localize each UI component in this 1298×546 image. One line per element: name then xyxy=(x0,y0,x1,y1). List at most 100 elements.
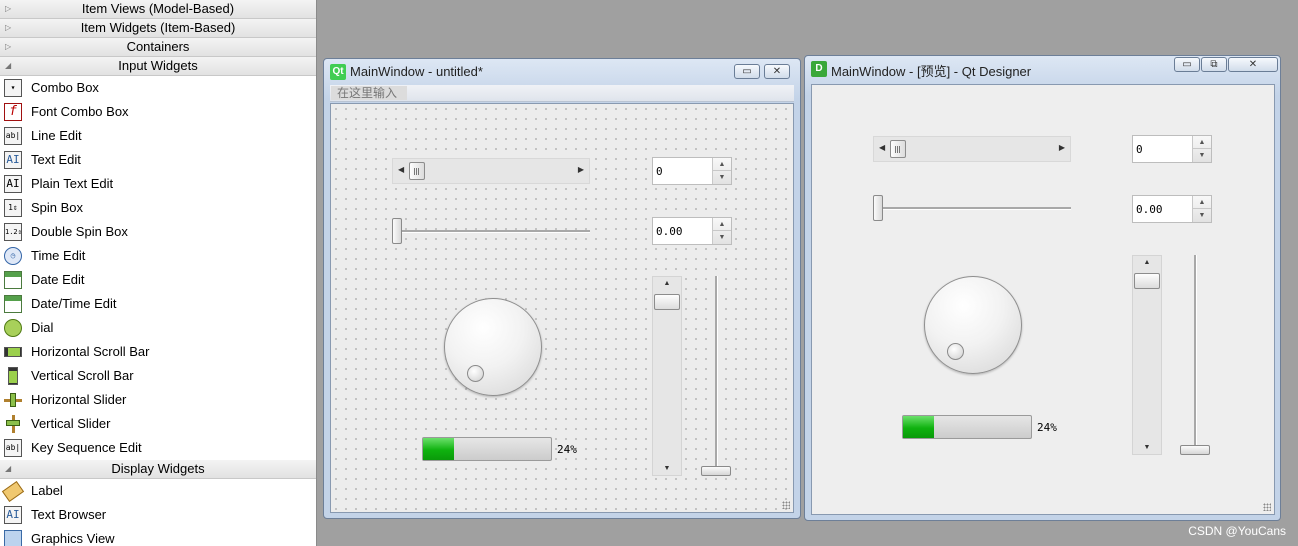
widget-item-date-time-edit[interactable]: Date/Time Edit xyxy=(0,292,316,316)
widget-item-horizontal-scroll-bar[interactable]: Horizontal Scroll Bar xyxy=(0,340,316,364)
widget-item-label: Date/Time Edit xyxy=(31,296,117,311)
close-button[interactable]: ✕ xyxy=(1228,57,1278,72)
category-label: Input Widgets xyxy=(118,58,198,73)
widget-item-combo-box[interactable]: ▾ Combo Box xyxy=(0,76,316,100)
minimize-button[interactable]: ▭ xyxy=(1174,57,1200,72)
scroll-thumb[interactable] xyxy=(890,140,906,158)
widget-item-graphics-view[interactable]: Graphics View xyxy=(0,527,316,546)
spin-up-arrow-icon[interactable]: ▲ xyxy=(713,218,731,231)
vertical-slider[interactable] xyxy=(1180,255,1212,455)
horizontal-slider[interactable] xyxy=(873,194,1071,224)
widget-item-time-edit[interactable]: ◷ Time Edit xyxy=(0,244,316,268)
collapsed-arrow-icon: ▷ xyxy=(5,4,12,13)
widget-item-plain-text-edit[interactable]: AI Plain Text Edit xyxy=(0,172,316,196)
dial[interactable] xyxy=(444,298,542,396)
widget-item-vertical-slider[interactable]: Vertical Slider xyxy=(0,412,316,436)
spin-down-arrow-icon[interactable]: ▼ xyxy=(713,231,731,244)
slider-handle[interactable] xyxy=(873,195,883,221)
spin-up-arrow-icon[interactable]: ▲ xyxy=(713,158,731,171)
scroll-thumb[interactable] xyxy=(654,294,680,310)
scroll-left-arrow-icon[interactable]: ◀ xyxy=(398,165,404,174)
widget-item-key-sequence-edit[interactable]: ab| Key Sequence Edit xyxy=(0,436,316,460)
slider-handle[interactable] xyxy=(392,218,402,244)
horizontal-scroll-bar-icon xyxy=(4,347,22,357)
category-label: Item Widgets (Item-Based) xyxy=(80,20,236,35)
double-spin-box[interactable]: 0.00 ▲ ▼ xyxy=(1132,195,1212,223)
widget-item-text-edit[interactable]: AI Text Edit xyxy=(0,148,316,172)
widget-item-double-spin-box[interactable]: 1.2⇕ Double Spin Box xyxy=(0,220,316,244)
slider-handle[interactable] xyxy=(1180,445,1210,455)
scroll-up-arrow-icon[interactable]: ▲ xyxy=(653,280,681,287)
spin-box-value[interactable]: 0 xyxy=(1136,143,1143,156)
vertical-scroll-bar[interactable]: ▲ ▼ xyxy=(1132,255,1162,455)
widget-item-label: Vertical Scroll Bar xyxy=(31,368,134,383)
minimize-button[interactable]: ▭ xyxy=(734,64,760,79)
scroll-right-arrow-icon[interactable]: ▶ xyxy=(1059,143,1065,152)
scroll-thumb[interactable] xyxy=(1134,273,1160,289)
scroll-down-arrow-icon[interactable]: ▼ xyxy=(653,465,681,472)
scroll-thumb[interactable] xyxy=(409,162,425,180)
horizontal-slider[interactable] xyxy=(392,217,590,247)
vertical-slider[interactable] xyxy=(701,276,733,476)
spin-down-arrow-icon[interactable]: ▼ xyxy=(713,171,731,184)
vertical-scroll-bar[interactable]: ▲ ▼ xyxy=(652,276,682,476)
widget-item-label: Line Edit xyxy=(31,128,82,143)
spin-down-arrow-icon[interactable]: ▼ xyxy=(1193,149,1211,162)
title-bar[interactable]: Qt MainWindow - untitled* ▭ ✕ xyxy=(324,59,800,85)
spin-up-arrow-icon[interactable]: ▲ xyxy=(1193,136,1211,149)
widget-item-text-browser[interactable]: AI Text Browser xyxy=(0,503,316,527)
preview-window[interactable]: D MainWindow - [预览] - Qt Designer ▭ ⧉ ✕ … xyxy=(804,55,1281,521)
font-combo-box-icon: f xyxy=(4,103,22,121)
category-item-widgets[interactable]: ▷ Item Widgets (Item-Based) xyxy=(0,19,316,38)
category-input-widgets[interactable]: ◢ Input Widgets xyxy=(0,57,316,76)
scroll-right-arrow-icon[interactable]: ▶ xyxy=(578,165,584,174)
spin-up-arrow-icon[interactable]: ▲ xyxy=(1193,196,1211,209)
vertical-scroll-bar-icon xyxy=(8,367,18,385)
widget-item-line-edit[interactable]: ab| Line Edit xyxy=(0,124,316,148)
dial[interactable] xyxy=(924,276,1022,374)
category-item-views[interactable]: ▷ Item Views (Model-Based) xyxy=(0,0,316,19)
scroll-left-arrow-icon[interactable]: ◀ xyxy=(879,143,885,152)
spin-box-value[interactable]: 0 xyxy=(656,165,663,178)
widget-item-label: Horizontal Slider xyxy=(31,392,127,407)
category-display-widgets[interactable]: ◢ Display Widgets xyxy=(0,460,316,479)
category-label: Item Views (Model-Based) xyxy=(81,1,235,16)
widget-item-spin-box[interactable]: 1⇕ Spin Box xyxy=(0,196,316,220)
widget-item-label: Combo Box xyxy=(31,80,99,95)
spin-down-arrow-icon[interactable]: ▼ xyxy=(1193,209,1211,222)
widget-item-dial[interactable]: Dial xyxy=(0,316,316,340)
widget-item-horizontal-slider[interactable]: Horizontal Slider xyxy=(0,388,316,412)
resize-grip[interactable] xyxy=(1263,503,1271,511)
category-containers[interactable]: ▷ Containers xyxy=(0,38,316,57)
horizontal-scroll-bar[interactable]: ◀ ▶ xyxy=(873,136,1071,162)
double-spin-box-value[interactable]: 0.00 xyxy=(1136,203,1163,216)
double-spin-box[interactable]: 0.00 ▲ ▼ xyxy=(652,217,732,245)
category-label: Containers xyxy=(126,39,190,54)
widget-item-label: Date Edit xyxy=(31,272,85,287)
collapsed-arrow-icon: ▷ xyxy=(5,23,12,32)
spin-box[interactable]: 0 ▲ ▼ xyxy=(1132,135,1212,163)
form-editor-window[interactable]: Qt MainWindow - untitled* ▭ ✕ 在这里输入 ◀ ▶ … xyxy=(323,58,801,519)
plain-text-edit-icon: AI xyxy=(4,175,22,193)
title-bar[interactable]: D MainWindow - [预览] - Qt Designer ▭ ⧉ ✕ xyxy=(805,56,1280,82)
line-edit-icon: ab| xyxy=(4,127,22,145)
widget-item-font-combo-box[interactable]: f Font Combo Box xyxy=(0,100,316,124)
widget-item-vertical-scroll-bar[interactable]: Vertical Scroll Bar xyxy=(0,364,316,388)
progress-fill xyxy=(423,438,454,460)
close-button[interactable]: ✕ xyxy=(764,64,790,79)
scroll-up-arrow-icon[interactable]: ▲ xyxy=(1133,259,1161,266)
widget-item-label[interactable]: Label xyxy=(0,479,316,503)
menu-bar[interactable]: 在这里输入 xyxy=(330,85,794,102)
scroll-down-arrow-icon[interactable]: ▼ xyxy=(1133,444,1161,451)
slider-handle[interactable] xyxy=(701,466,731,476)
menu-type-here-hint[interactable]: 在这里输入 xyxy=(331,86,407,100)
dial-notch xyxy=(467,365,484,382)
maximize-button[interactable]: ⧉ xyxy=(1201,57,1227,72)
double-spin-box-value[interactable]: 0.00 xyxy=(656,225,683,238)
spin-box[interactable]: 0 ▲ ▼ xyxy=(652,157,732,185)
resize-grip[interactable] xyxy=(782,501,790,509)
form-canvas[interactable]: ◀ ▶ 0 ▲ ▼ 0.00 ▲ ▼ ▲ ▼ 24% xyxy=(330,103,794,513)
horizontal-scroll-bar[interactable]: ◀ ▶ xyxy=(392,158,590,184)
double-spin-box-icon: 1.2⇕ xyxy=(4,223,22,241)
widget-item-date-edit[interactable]: Date Edit xyxy=(0,268,316,292)
